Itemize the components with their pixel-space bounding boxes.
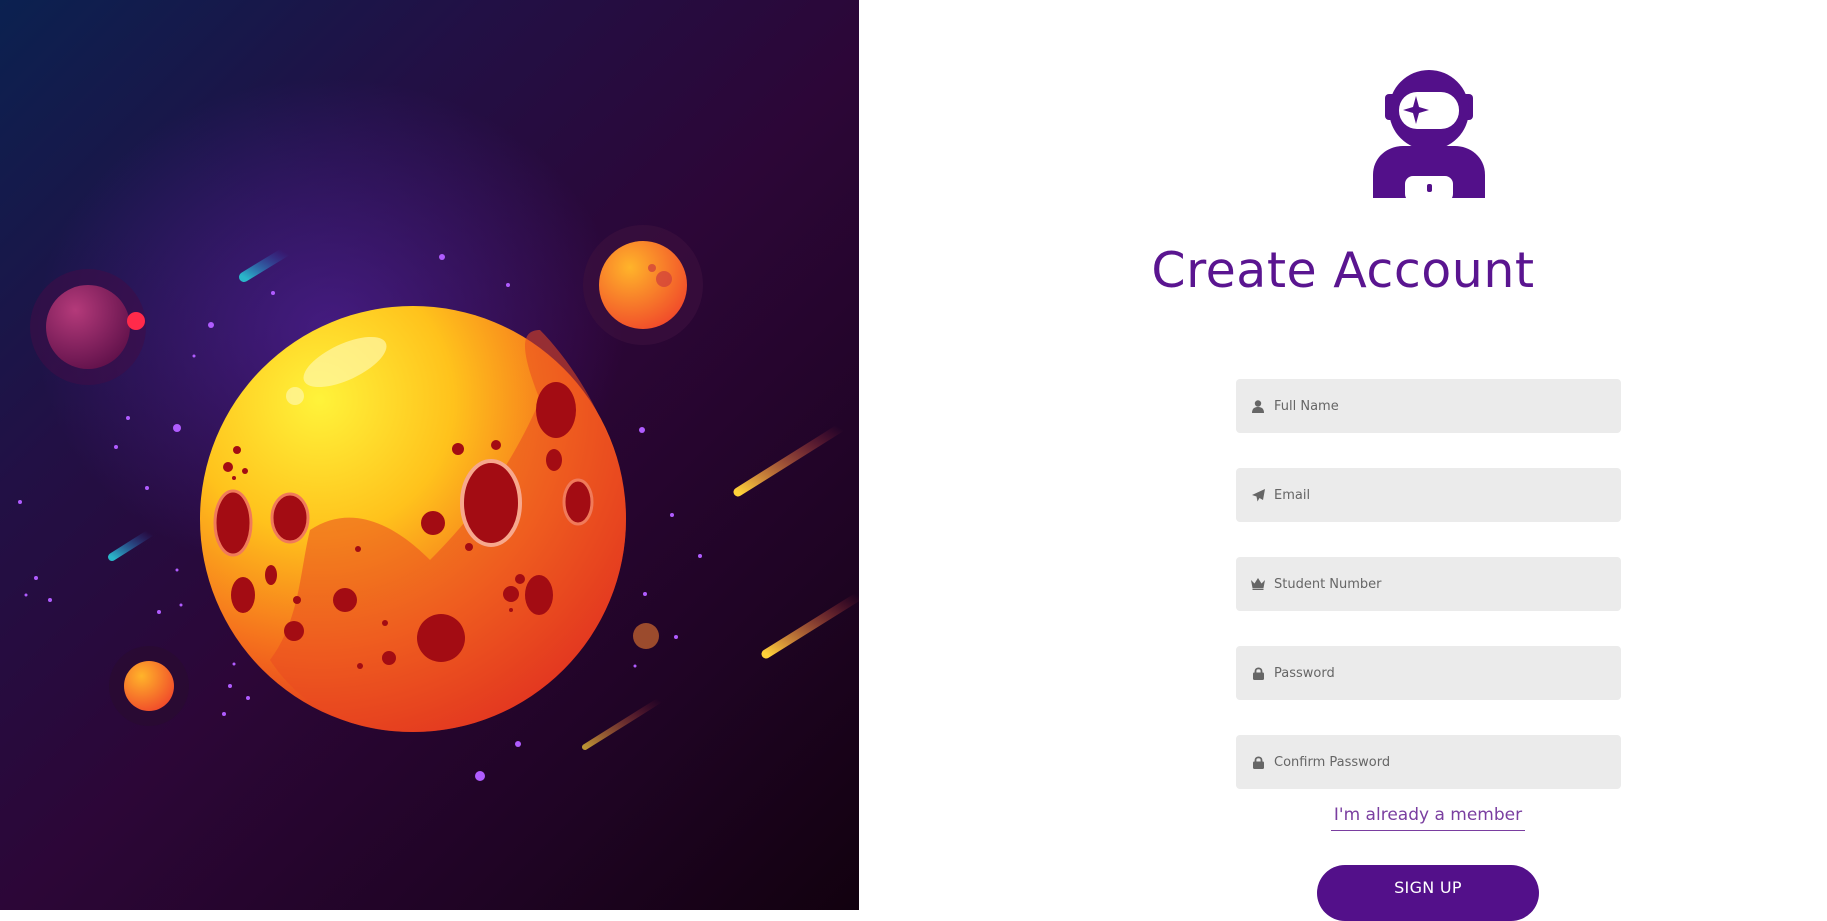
student-number-field[interactable] [1236,557,1621,611]
confirm-password-input[interactable] [1274,735,1621,789]
email-field[interactable] [1236,468,1621,522]
full-name-field[interactable] [1236,379,1621,433]
planet-illustration [18,225,859,781]
email-input[interactable] [1274,468,1621,522]
lock-icon [1250,665,1266,681]
confirm-password-field[interactable] [1236,735,1621,789]
lock-icon [1250,754,1266,770]
space-illustration [0,0,859,910]
paper-plane-icon [1250,487,1266,503]
password-field[interactable] [1236,646,1621,700]
sign-up-button[interactable]: SIGN UP [1317,865,1539,921]
signup-panel: Create Account I'm already a member [859,0,1827,921]
crown-icon [1250,576,1266,592]
already-member-link[interactable]: I'm already a member [1331,805,1525,831]
full-name-input[interactable] [1274,379,1621,433]
page-title: Create Account [1151,242,1535,299]
user-icon [1250,398,1266,414]
astronaut-icon [1373,70,1485,202]
password-input[interactable] [1274,646,1621,700]
student-number-input[interactable] [1274,557,1621,611]
